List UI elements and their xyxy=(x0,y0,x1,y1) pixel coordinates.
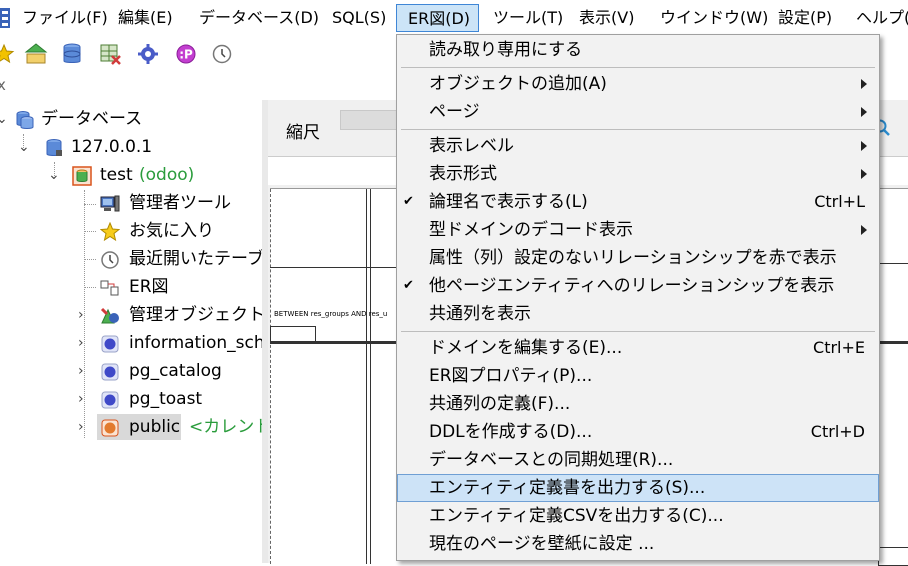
er-diagram-icon xyxy=(100,280,119,296)
menu-sql[interactable]: SQL(S) xyxy=(332,4,386,32)
submenu-arrow-icon xyxy=(861,169,867,179)
menu-file[interactable]: ファイル(F) xyxy=(22,4,108,32)
menu-item-set-wallpaper[interactable]: 現在のページを壁紙に設定 ... xyxy=(397,530,879,558)
menu-item-add-object[interactable]: オブジェクトの追加(A) xyxy=(397,70,879,98)
submenu-arrow-icon xyxy=(861,79,867,89)
database-group-icon xyxy=(16,111,34,129)
menu-help[interactable]: ヘルプ( xyxy=(856,4,908,32)
expand-arrow-icon[interactable]: › xyxy=(78,357,84,385)
admin-tools-icon xyxy=(100,195,120,212)
scale-label: 縮尺 xyxy=(286,123,320,143)
menu-bar: ファイル(F) 編集(E) データベース(D) SQL(S) ER図(D) ツー… xyxy=(0,0,908,36)
menu-window[interactable]: ウインドウ(W) xyxy=(660,4,768,32)
expand-arrow-icon[interactable]: › xyxy=(78,413,84,441)
menu-item-show-common-columns[interactable]: 共通列を表示 xyxy=(397,300,879,328)
database-orange-icon xyxy=(72,166,92,186)
menu-er-diagram[interactable]: ER図(D) xyxy=(396,4,479,32)
server-icon xyxy=(46,139,62,156)
menu-item-export-entity-csv[interactable]: エンティティ定義CSVを出力する(C)... xyxy=(397,502,879,530)
expand-arrow-icon[interactable]: › xyxy=(78,329,84,357)
menu-item-er-properties[interactable]: ER図プロパティ(P)... xyxy=(397,362,879,390)
menu-item-type-domain-decode[interactable]: 型ドメインのデコード表示 xyxy=(397,216,879,244)
menu-item-display-level[interactable]: 表示レベル xyxy=(397,132,879,160)
menu-tools[interactable]: ツール(T) xyxy=(493,4,563,32)
clock-icon[interactable] xyxy=(210,42,234,66)
submenu-arrow-icon xyxy=(861,225,867,235)
schema-icon xyxy=(101,335,119,353)
clock-icon xyxy=(101,251,119,269)
menu-item-logical-name[interactable]: ✔ 論理名で表示する(L) Ctrl+L xyxy=(397,188,879,216)
checkmark-icon: ✔ xyxy=(403,194,414,209)
expand-chevron-icon[interactable]: ⌄ xyxy=(0,105,8,133)
expand-arrow-icon[interactable]: › xyxy=(78,385,84,413)
star-icon xyxy=(100,222,120,242)
menu-item-readonly[interactable]: 読み取り専用にする xyxy=(397,36,879,64)
schema-current-icon xyxy=(101,419,119,437)
menu-edit[interactable]: 編集(E) xyxy=(118,4,173,32)
menu-view[interactable]: 表示(V) xyxy=(579,4,634,32)
objects-icon xyxy=(100,307,119,324)
submenu-arrow-icon xyxy=(861,107,867,117)
expand-chevron-icon[interactable]: ⌄ xyxy=(48,161,60,189)
menu-item-sync-database[interactable]: データベースとの同期処理(R)... xyxy=(397,446,879,474)
gear-icon[interactable] xyxy=(136,42,160,66)
database-icon[interactable] xyxy=(60,42,84,66)
menu-item-page[interactable]: ページ xyxy=(397,98,879,126)
scale-slider[interactable] xyxy=(340,110,402,130)
panel-close-icon[interactable]: x xyxy=(0,76,6,94)
er-diagram-menu: 読み取り専用にする オブジェクトの追加(A) ページ 表示レベル 表示形式 ✔ … xyxy=(396,34,880,561)
menu-database[interactable]: データベース(D) xyxy=(199,4,319,32)
menu-item-other-page-relationship[interactable]: ✔ 他ページエンティティへのリレーションシップを表示 xyxy=(397,272,879,300)
expand-arrow-icon[interactable]: › xyxy=(78,301,84,329)
procedure-icon[interactable]: :P xyxy=(174,42,198,66)
app-icon xyxy=(0,8,10,28)
table-delete-icon[interactable] xyxy=(98,42,122,66)
expand-chevron-icon[interactable]: ⌄ xyxy=(18,133,30,161)
menu-item-export-entity-definition[interactable]: エンティティ定義書を出力する(S)... xyxy=(397,474,879,502)
relationship-label: BETWEEN res_groups AND res_u xyxy=(274,310,388,318)
folder-up-icon[interactable] xyxy=(24,42,48,66)
star-toolbar-icon[interactable] xyxy=(0,42,16,66)
menu-item-display-format[interactable]: 表示形式 xyxy=(397,160,879,188)
menu-settings[interactable]: 設定(P) xyxy=(778,4,832,32)
menu-item-edit-domain[interactable]: ドメインを編集する(E)... Ctrl+E xyxy=(397,334,879,362)
schema-icon xyxy=(101,363,119,381)
checkmark-icon: ✔ xyxy=(403,278,414,293)
schema-icon xyxy=(101,391,119,409)
menu-item-create-ddl[interactable]: DDLを作成する(D)... Ctrl+D xyxy=(397,418,879,446)
menu-item-common-column-definition[interactable]: 共通列の定義(F)... xyxy=(397,390,879,418)
svg-text::P: :P xyxy=(179,48,193,62)
menu-item-red-relationship[interactable]: 属性（列）設定のないリレーションシップを赤で表示 xyxy=(397,244,879,272)
submenu-arrow-icon xyxy=(861,141,867,151)
